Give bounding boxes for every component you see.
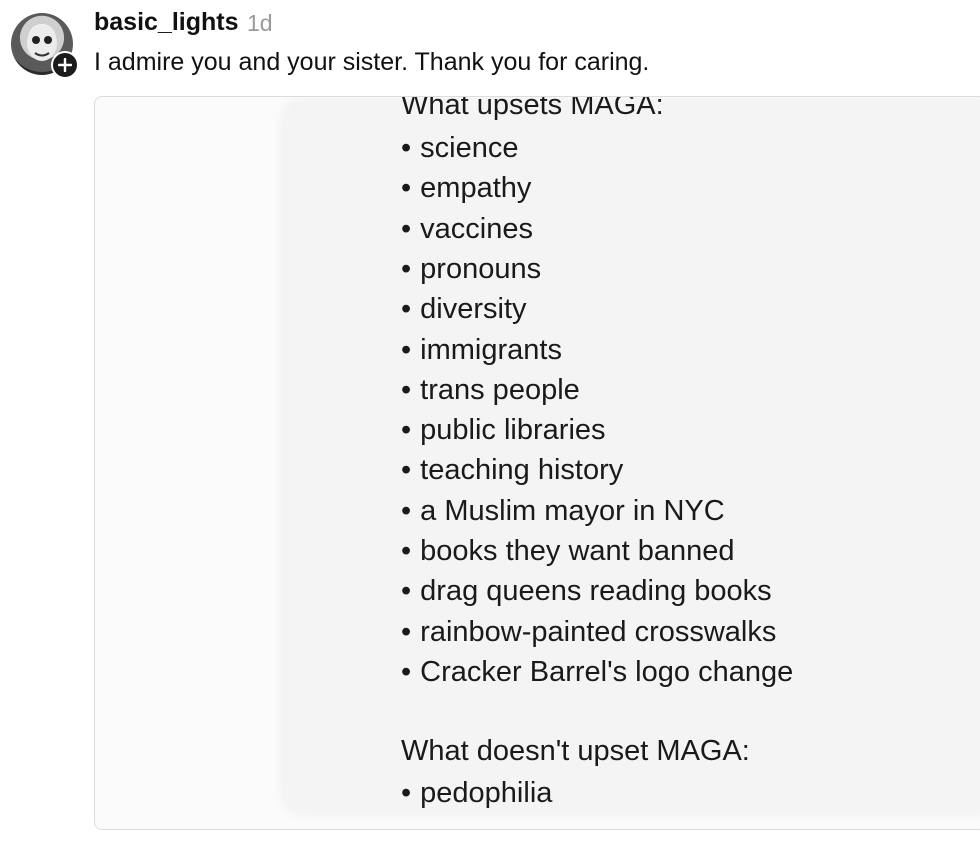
list-item: • teaching history	[401, 454, 623, 487]
list-item: • empathy	[401, 172, 531, 205]
comment-timestamp: 1d	[247, 10, 273, 36]
bullet-marker: •	[401, 777, 412, 809]
list-item-text: a Muslim mayor in NYC	[420, 494, 725, 527]
list-item: • immigrants	[401, 334, 562, 367]
bullet-marker: •	[401, 494, 412, 527]
comment-username[interactable]: basic_lights	[94, 8, 239, 37]
list-item: • diversity	[401, 293, 527, 326]
list-item: • Cracker Barrel's logo change	[401, 656, 793, 689]
list-item: • trans people	[401, 374, 580, 407]
list-item-text: rainbow-painted crosswalks	[420, 615, 777, 648]
bullet-marker: •	[401, 655, 412, 688]
follow-plus-button[interactable]	[51, 51, 79, 79]
list-item-text: vaccines	[420, 212, 533, 245]
bullet-marker: •	[401, 132, 412, 164]
bullet-marker: •	[401, 615, 412, 648]
bullet-marker: •	[401, 172, 412, 205]
list-item: • books they want banned	[401, 535, 735, 568]
list-item: • pronouns	[401, 253, 541, 286]
list-item: • science	[401, 132, 518, 165]
upsets-heading: What upsets MAGA:	[401, 96, 664, 121]
bullet-marker: •	[401, 373, 412, 406]
list-item-text: pronouns	[420, 252, 542, 285]
list-item: • a Muslim mayor in NYC	[401, 495, 725, 528]
list-item-text: teaching history	[420, 454, 624, 487]
bullet-marker: •	[401, 414, 412, 447]
list-item-text: books they want banned	[420, 535, 735, 567]
attached-image[interactable]: What upsets MAGA: • science • empathy • vacci…	[94, 96, 980, 830]
image-note-panel	[283, 101, 980, 813]
bullet-marker: •	[401, 293, 412, 326]
bullet-marker: •	[401, 252, 412, 285]
list-item: • vaccines	[401, 213, 533, 246]
list-item: • drag queens reading books	[401, 575, 772, 608]
comment-text: I admire you and your sister. Thank you …	[94, 48, 650, 76]
list-item-text: immigrants	[420, 333, 562, 366]
bullet-marker: •	[401, 575, 412, 608]
avatar[interactable]	[11, 13, 79, 79]
list-item: • public libraries	[401, 414, 606, 447]
list-item-text: public libraries	[420, 414, 606, 447]
bullet-marker: •	[401, 333, 412, 366]
list-item-text: science	[420, 132, 519, 164]
not-upsets-heading: What doesn't upset MAGA:	[401, 735, 750, 767]
list-item-text: Cracker Barrel's logo change	[420, 655, 794, 688]
bullet-marker: •	[401, 212, 412, 245]
bullet-marker: •	[401, 535, 412, 567]
list-item-text: trans people	[420, 373, 580, 406]
list-item-text: diversity	[420, 293, 527, 326]
list-item: • rainbow-painted crosswalks	[401, 616, 776, 649]
list-item: • pedophilia	[401, 777, 552, 810]
bullet-marker: •	[401, 454, 412, 487]
plus-icon	[58, 58, 72, 72]
list-item-text: empathy	[420, 172, 532, 205]
list-item-text: drag queens reading books	[420, 575, 772, 608]
list-item-text: pedophilia	[420, 777, 553, 809]
